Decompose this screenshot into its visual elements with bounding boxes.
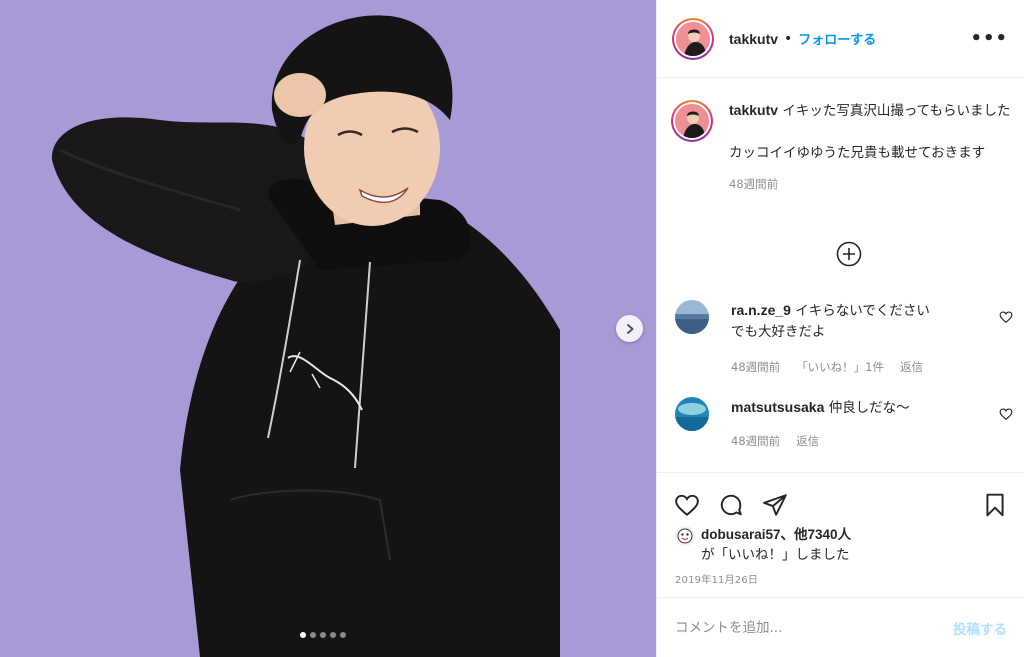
post-caption: takkutv イキッた写真沢山撮ってもらいました カッコイイゆゆうた兄貴も載せ…	[671, 100, 1011, 195]
reply-button[interactable]: 返信	[900, 357, 923, 378]
comment-input[interactable]	[675, 619, 953, 636]
comment-body: matsutsusaka 仲良しだな〜 48週間前 返信	[731, 397, 981, 452]
comment-text-line-1: 仲良しだな〜	[828, 400, 910, 416]
caption-line-2: カッコイイゆゆうた兄貴も載せておきます	[729, 145, 986, 161]
avatar-image	[675, 526, 695, 546]
heart-icon[interactable]	[999, 310, 1013, 324]
caption-username[interactable]: takkutv	[729, 102, 778, 118]
reply-button[interactable]: 返信	[796, 431, 819, 452]
save-button[interactable]	[981, 491, 1009, 519]
comment-text-line-1: イキらないでください	[795, 303, 930, 319]
comment-likes[interactable]: 「いいね！」1件	[796, 357, 884, 378]
comment-item: matsutsusaka 仲良しだな〜 48週間前 返信	[675, 397, 1015, 452]
author-username[interactable]: takkutv	[729, 31, 778, 47]
likes-count[interactable]: 、他7340人	[781, 527, 852, 542]
comment-button[interactable]	[717, 491, 745, 519]
comment-body: ra.n.ze_9 イキらないでください でも大好きだよ 48週間前 「いいね！…	[731, 300, 981, 378]
comment-meta: 48週間前 返信	[731, 431, 981, 452]
commenter-avatar[interactable]	[675, 397, 709, 431]
avatar-image	[675, 397, 709, 431]
caption-text-block: takkutv イキッた写真沢山撮ってもらいました カッコイイゆゆうた兄貴も載せ…	[729, 100, 1010, 195]
plus-circle-icon	[836, 241, 862, 267]
bookmark-icon	[986, 493, 1004, 517]
post-side-panel: takkutv • フォローする ••• takkutv イキッた写真沢山撮って…	[656, 0, 1024, 657]
heart-icon	[675, 494, 699, 517]
like-button[interactable]	[673, 491, 701, 519]
load-more-comments-button[interactable]	[835, 240, 863, 268]
paper-plane-icon	[763, 494, 787, 516]
next-slide-button[interactable]	[616, 315, 643, 342]
post-actions-section: dobusarai57、他7340人 が「いいね！」しました 2019年11月2…	[657, 472, 1024, 586]
caption-time: 48週間前	[729, 177, 779, 191]
chevron-right-icon	[626, 323, 633, 334]
likes-summary: dobusarai57、他7340人 が「いいね！」しました	[657, 525, 1024, 565]
carousel-dot	[340, 632, 346, 638]
caption-author-avatar[interactable]	[671, 100, 713, 142]
avatar-image	[675, 300, 709, 334]
post-date: 2019年11月26日	[675, 575, 759, 586]
follow-button[interactable]: フォローする	[798, 29, 876, 48]
commenter-username[interactable]: ra.n.ze_9	[731, 302, 791, 318]
add-comment-section: 投稿する	[657, 597, 1024, 657]
person-photo	[51, 15, 560, 657]
carousel-indicator	[300, 632, 346, 638]
post-header: takkutv • フォローする •••	[657, 0, 1024, 78]
liker-username[interactable]: dobusarai57	[701, 527, 781, 542]
carousel-dot	[320, 632, 326, 638]
comment-item: ra.n.ze_9 イキらないでください でも大好きだよ 48週間前 「いいね！…	[675, 300, 1015, 378]
comment-meta: 48週間前 「いいね！」1件 返信	[731, 357, 981, 378]
author-avatar[interactable]	[672, 17, 714, 60]
comment-bubble-icon	[720, 494, 742, 516]
avatar-image	[675, 104, 709, 138]
caption-line-1: イキッた写真沢山撮ってもらいました	[782, 103, 1011, 119]
carousel-dot	[330, 632, 336, 638]
share-button[interactable]	[761, 491, 789, 519]
avatar-image	[676, 21, 710, 56]
comment-time: 48週間前	[731, 434, 781, 448]
post-comment-button[interactable]: 投稿する	[953, 618, 1007, 638]
commenter-username[interactable]: matsutsusaka	[731, 399, 824, 415]
post-photo[interactable]	[0, 0, 656, 657]
likes-suffix: が「いいね！」しました	[701, 547, 850, 563]
comment-text-line-2: でも大好きだよ	[731, 324, 826, 340]
more-options-icon[interactable]: •••	[970, 28, 1008, 49]
separator-dot: •	[784, 30, 793, 47]
instagram-post-modal: takkutv • フォローする ••• takkutv イキッた写真沢山撮って…	[0, 0, 1024, 657]
action-bar	[657, 473, 1024, 525]
carousel-dot	[300, 632, 306, 638]
liker-avatar[interactable]	[675, 526, 695, 546]
commenter-avatar[interactable]	[675, 300, 709, 334]
heart-icon[interactable]	[999, 407, 1013, 421]
carousel-dot	[310, 632, 316, 638]
comment-time: 48週間前	[731, 360, 781, 374]
